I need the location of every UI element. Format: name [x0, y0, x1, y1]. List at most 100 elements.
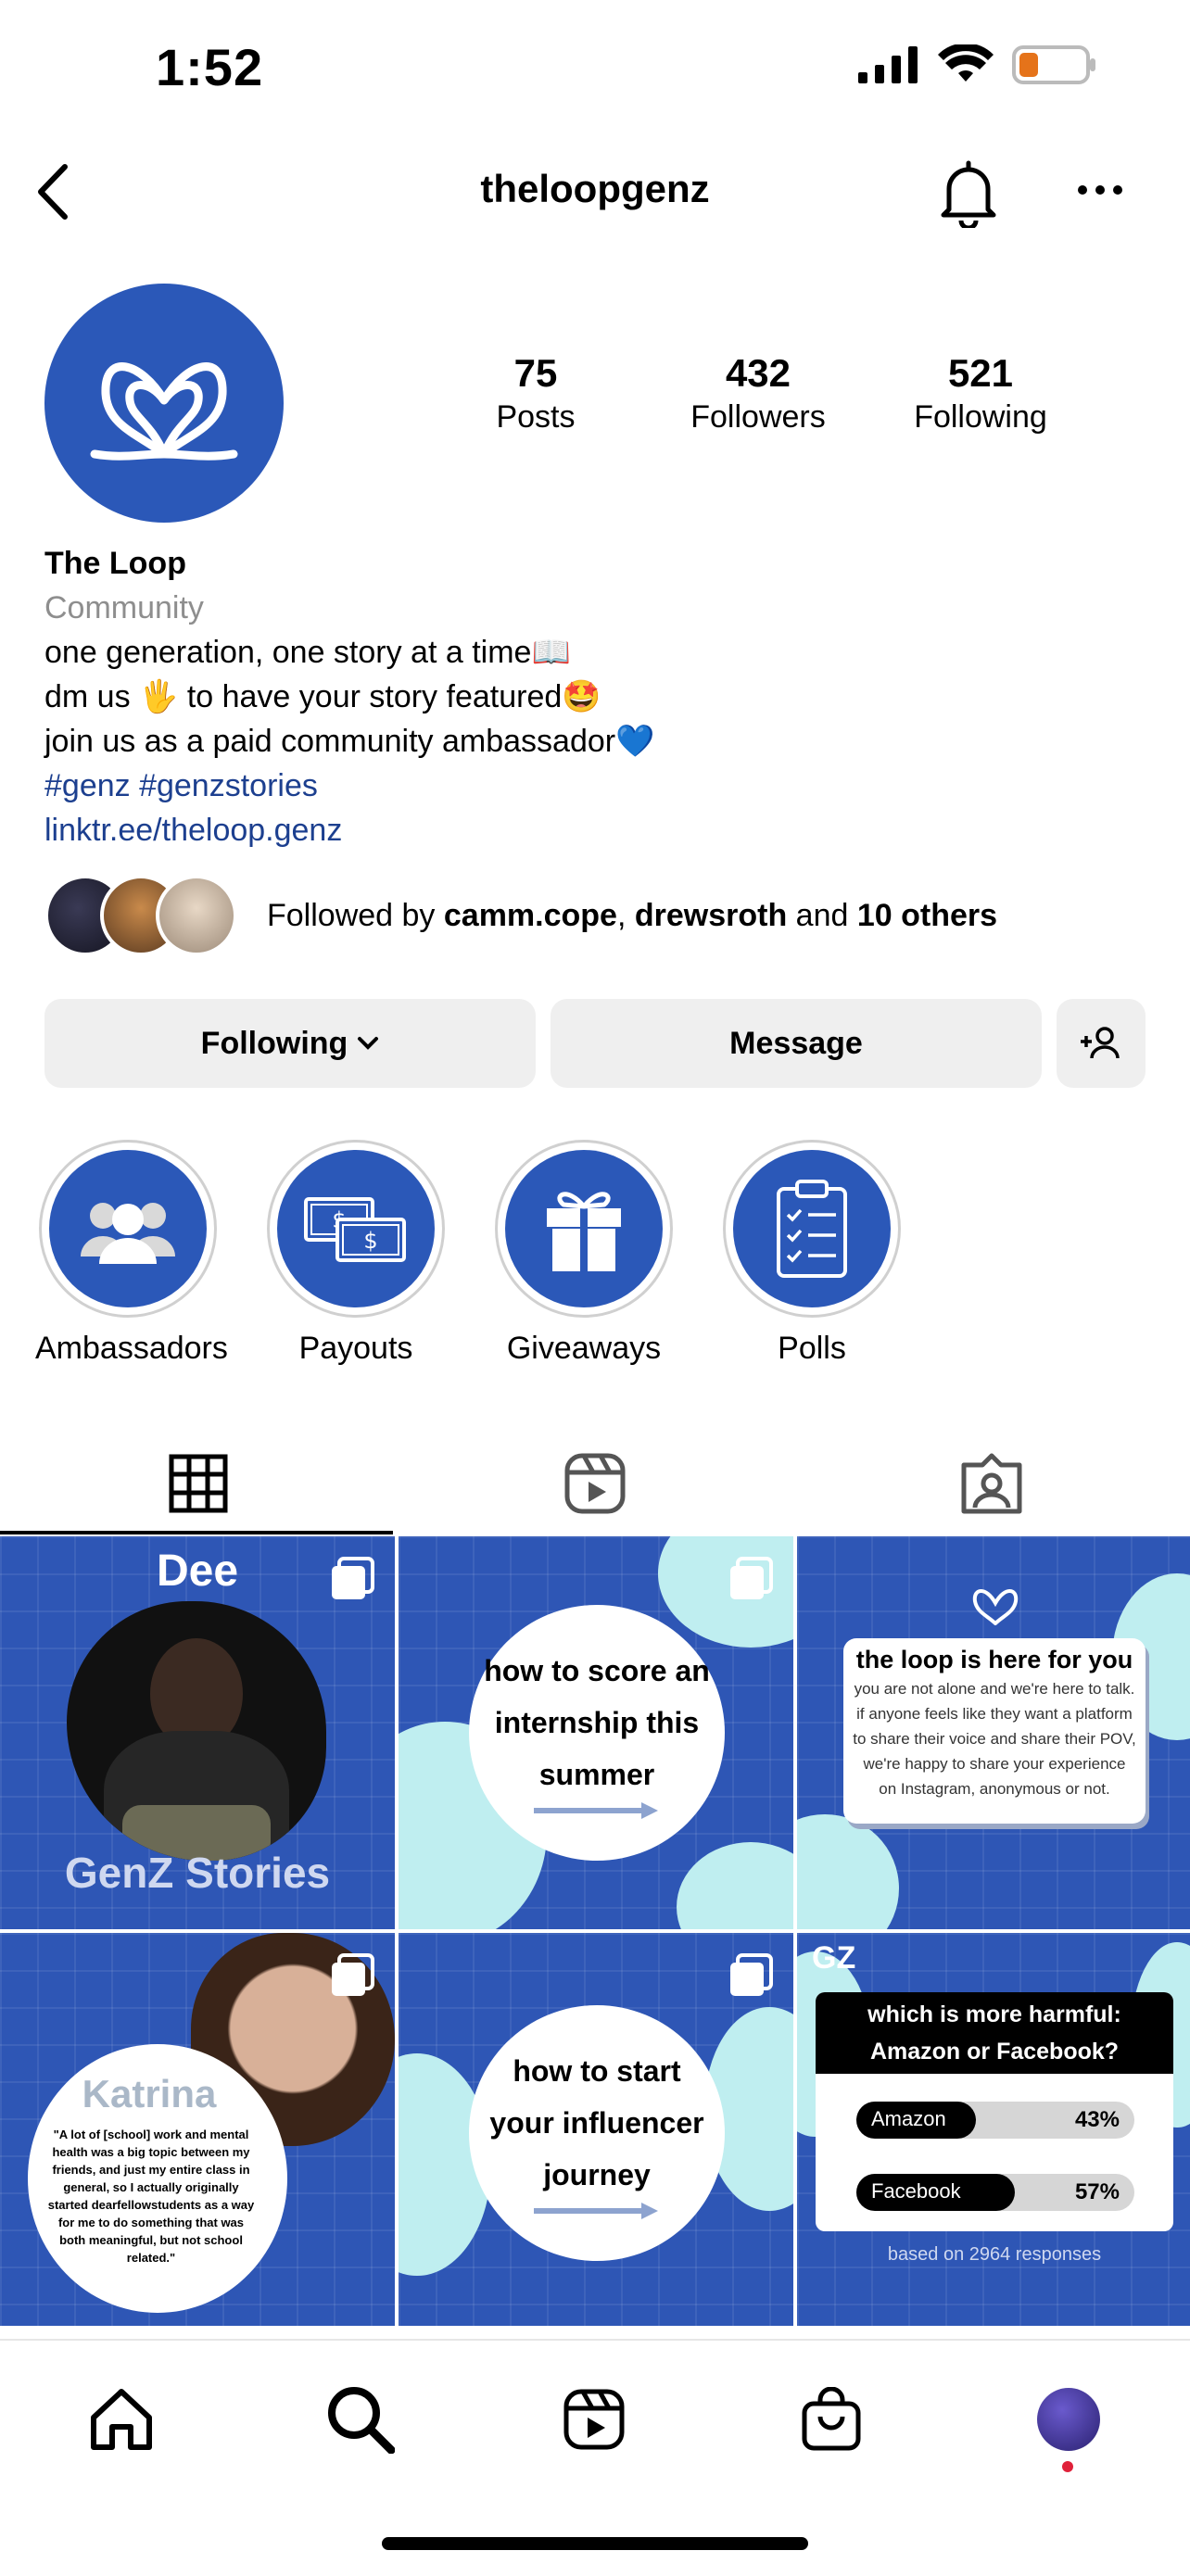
- suggested-users-button[interactable]: [1057, 999, 1146, 1088]
- post-tile[interactable]: Katrina "A lot of [school] work and ment…: [0, 1933, 395, 2326]
- shopping-bag-icon: [802, 2387, 861, 2451]
- stat-followers[interactable]: 432 Followers: [656, 350, 860, 437]
- more-options-button[interactable]: [1077, 183, 1123, 201]
- bio-line: join us as a paid community ambassador💙: [44, 724, 655, 759]
- notification-dot: [1062, 2461, 1073, 2472]
- highlight-label: Polls: [778, 1331, 846, 1366]
- posts-count: 75: [513, 351, 558, 395]
- tab-grid[interactable]: [0, 1433, 397, 1534]
- grid-icon: [169, 1454, 228, 1513]
- money-icon: $$: [304, 1197, 406, 1262]
- chevron-down-icon: [358, 1037, 379, 1050]
- following-button-label: Following: [200, 1025, 348, 1061]
- poll-option: Amazon 43%: [856, 2102, 1134, 2139]
- nav-shop[interactable]: [790, 2378, 873, 2461]
- nav-home[interactable]: [80, 2378, 163, 2461]
- followers-count: 432: [725, 351, 791, 395]
- reels-icon: [563, 2389, 625, 2450]
- poll-question: which is more harmful: Amazon or Faceboo…: [816, 1992, 1173, 2074]
- add-person-icon: [1081, 1027, 1120, 1059]
- highlight-ring: $$: [267, 1140, 445, 1318]
- profile-username: theloopgenz: [480, 167, 710, 210]
- post-text: you are not alone and we're here to talk…: [853, 1680, 1136, 1798]
- post-tile[interactable]: how to score an internship this summer: [399, 1536, 793, 1929]
- post-tile[interactable]: Dee GenZ Stories: [0, 1536, 395, 1929]
- poll-option-label: Facebook: [871, 2179, 961, 2203]
- poll-option: Facebook 57%: [856, 2174, 1134, 2211]
- post-card: how to score an internship this summer: [469, 1605, 725, 1861]
- svg-text:$: $: [363, 1228, 377, 1254]
- status-time: 1:52: [156, 38, 264, 96]
- post-tile[interactable]: how to start your influencer journey: [399, 1933, 793, 2326]
- bio-hashtags[interactable]: #genz #genzstories: [44, 764, 1147, 808]
- highlight-ring: [39, 1140, 217, 1318]
- tagged-icon: [961, 1453, 1022, 1514]
- search-icon: [328, 2387, 395, 2454]
- loop-logo-icon: [90, 362, 238, 461]
- highlight-label: Payouts: [298, 1331, 413, 1366]
- highlight-cover: [49, 1150, 207, 1307]
- highlight-polls[interactable]: Polls: [719, 1140, 905, 1367]
- post-subtitle: GenZ Stories: [64, 1849, 331, 1897]
- post-text: your influencer: [489, 2106, 704, 2140]
- nav-profile[interactable]: [1027, 2378, 1110, 2461]
- followed-by-text: Followed by camm.cope, drewsroth and 10 …: [267, 897, 998, 933]
- battery-icon: [1012, 45, 1095, 84]
- post-tile[interactable]: GZ which is more harmful: Amazon or Face…: [797, 1933, 1190, 2326]
- poll-option-pct: 57%: [1074, 2179, 1120, 2204]
- tab-reels[interactable]: [397, 1433, 793, 1534]
- stat-following[interactable]: 521 Following: [879, 350, 1082, 437]
- profile-thumbnail: [1037, 2388, 1100, 2451]
- profile-category: Community: [44, 590, 204, 625]
- post-card: the loop is here for you you are not alo…: [843, 1638, 1146, 1824]
- highlight-payouts[interactable]: $$ Payouts: [263, 1140, 449, 1367]
- bio-line: dm us 🖐️ to have your story featured🤩: [44, 679, 601, 714]
- multiple-posts-icon: [730, 1557, 773, 1599]
- followed-by[interactable]: Followed by camm.cope, drewsroth and 10 …: [44, 875, 997, 956]
- post-text: how to start: [513, 2054, 681, 2088]
- post-photo: [67, 1601, 326, 1861]
- highlight-label: Ambassadors: [35, 1331, 228, 1366]
- poll-option-label: Amazon: [871, 2107, 946, 2130]
- message-button-label: Message: [729, 1025, 863, 1061]
- post-text: how to score an: [484, 1654, 710, 1687]
- post-tile[interactable]: the loop is here for you you are not alo…: [797, 1536, 1190, 1929]
- tab-tagged[interactable]: [793, 1433, 1190, 1534]
- highlight-ambassadors[interactable]: Ambassadors: [35, 1140, 228, 1367]
- poll-footer: based on 2964 responses: [887, 2244, 1102, 2265]
- signal-icon: [858, 46, 918, 83]
- highlight-giveaways[interactable]: Giveaways: [491, 1140, 677, 1367]
- highlight-cover: [505, 1150, 663, 1307]
- post-card: how to start your influencer journey: [469, 2005, 725, 2261]
- people-icon: [81, 1203, 175, 1264]
- notifications-button[interactable]: [936, 158, 1001, 233]
- active-tab-indicator: [0, 1531, 393, 1534]
- post-grid: Dee GenZ Stories how to score an interns…: [0, 1536, 1190, 2326]
- bio-link[interactable]: linktr.ee/theloop.genz: [44, 808, 1147, 852]
- highlight-ring: [723, 1140, 901, 1318]
- nav-search[interactable]: [319, 2378, 402, 2461]
- status-icons: [858, 44, 1097, 85]
- following-button[interactable]: Following: [44, 999, 536, 1088]
- profile-name: The Loop: [44, 546, 186, 581]
- nav-reels[interactable]: [552, 2378, 636, 2461]
- gift-icon: [547, 1192, 621, 1271]
- following-count: 521: [947, 351, 1014, 395]
- home-indicator: [382, 2537, 808, 2550]
- post-text: "A lot of [school] work and mental healt…: [47, 2128, 255, 2265]
- post-text: the loop is here for you: [855, 1646, 1133, 1673]
- followers-label: Followers: [690, 399, 826, 435]
- wifi-icon: [938, 44, 994, 82]
- highlight-label: Giveaways: [506, 1331, 662, 1366]
- poll-option-pct: 43%: [1074, 2107, 1120, 2132]
- post-title: Katrina: [82, 2072, 217, 2115]
- post-text: summer: [538, 1758, 655, 1791]
- message-button[interactable]: Message: [551, 999, 1042, 1088]
- highlight-cover: [733, 1150, 891, 1307]
- reels-icon: [564, 1453, 626, 1514]
- stat-posts[interactable]: 75 Posts: [434, 350, 638, 437]
- clipboard-icon: [777, 1180, 847, 1278]
- profile-avatar[interactable]: [44, 284, 284, 523]
- post-card: which is more harmful: Amazon or Faceboo…: [816, 1992, 1173, 2231]
- profile-bio: The Loop Community one generation, one s…: [44, 541, 1147, 852]
